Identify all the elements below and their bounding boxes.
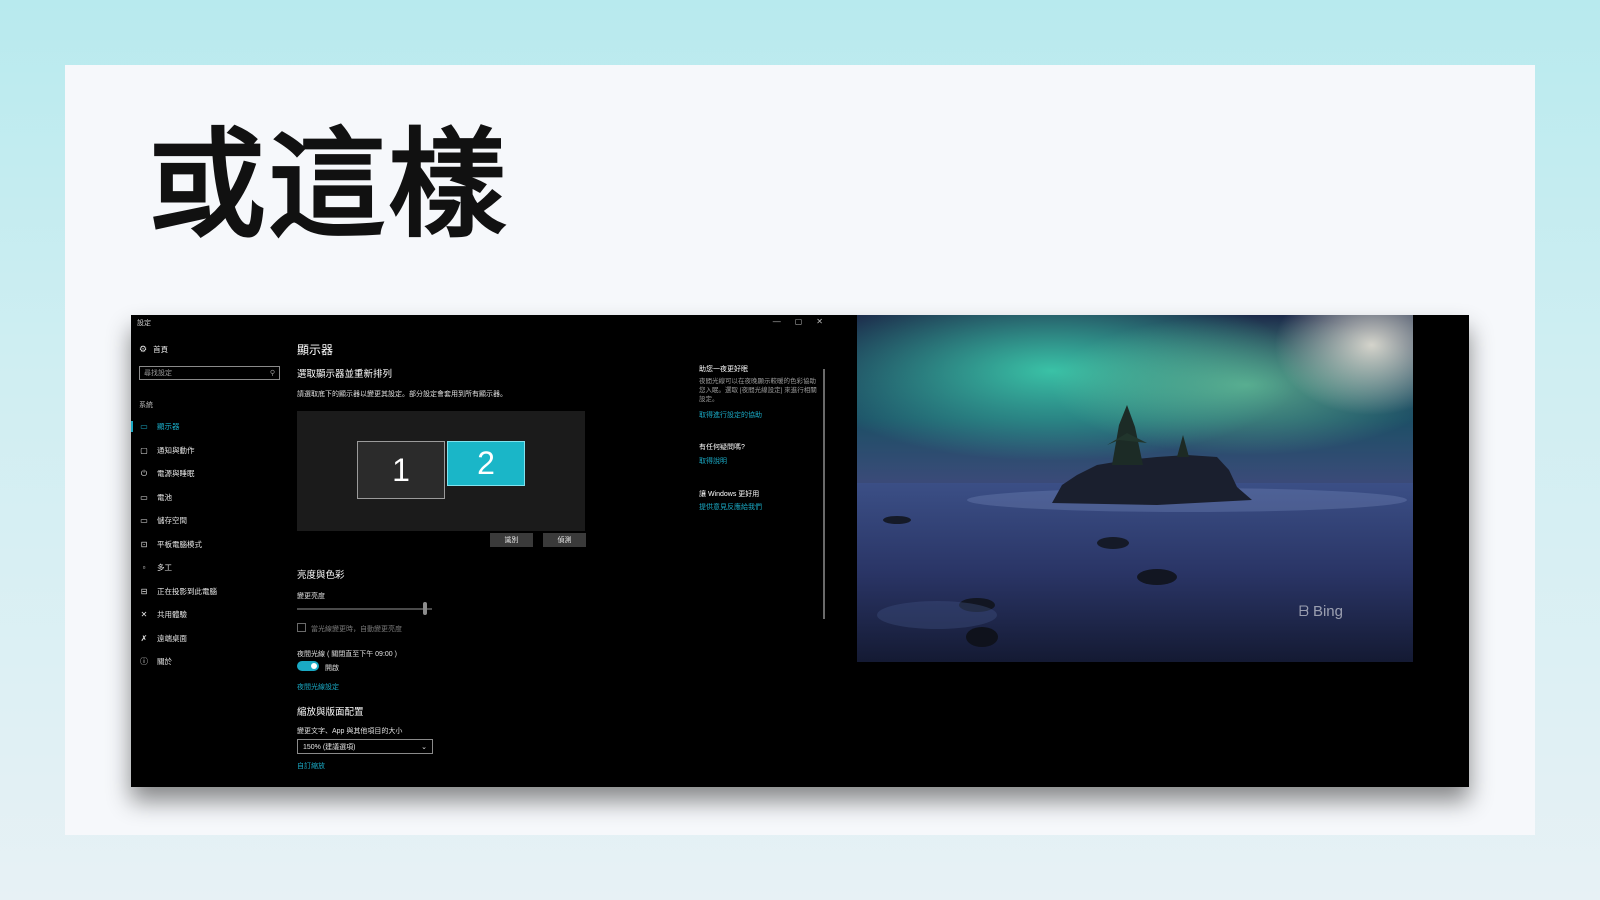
bing-watermark-text: Bing <box>1312 603 1343 620</box>
feedback-link[interactable]: 提供意見反應給我們 <box>699 502 762 512</box>
detect-button[interactable]: 偵測 <box>543 533 586 547</box>
arrange-description: 請選取底下的顯示器以變更其設定。部分設定會套用到所有顯示器。 <box>297 391 507 398</box>
scale-dropdown[interactable]: 150% (建議選項) ⌄ <box>297 739 433 754</box>
identify-button[interactable]: 識別 <box>490 533 533 547</box>
question-heading: 有任何疑問嗎? <box>699 444 745 451</box>
brightness-label: 變更亮度 <box>297 593 325 600</box>
brightness-slider-track[interactable] <box>297 608 432 610</box>
tip-link[interactable]: 取得進行設定的協助 <box>699 410 762 420</box>
sidebar-nav: ▭ 顯示器 ▢ 通知與動作 ⏻ 電源與睡眠 ▭ 電池 ▭ 儲存空間 ⊡ 平板電腦模式 ▫ 多工 ⊟ 正在投影到… <box>131 415 291 674</box>
scrollbar[interactable] <box>823 369 825 619</box>
tablet-icon: ⊡ <box>140 539 148 549</box>
sidebar-item-6[interactable]: ▫ 多工 <box>131 556 291 580</box>
night-light-toggle-label: 開啟 <box>325 665 339 672</box>
shared-experience-icon: ✕ <box>140 610 148 620</box>
get-help-link[interactable]: 取得說明 <box>699 456 727 466</box>
maximize-button[interactable]: ▢ <box>795 317 803 326</box>
tip-body: 夜間光線可以在夜晚顯示較暖的色彩協助您入眠。選取 [夜間光線設定] 來進行相關設… <box>699 378 817 403</box>
storage-icon: ▭ <box>140 516 148 526</box>
close-button[interactable]: ✕ <box>816 317 823 326</box>
scale-heading: 縮放與版面配置 <box>297 707 364 718</box>
auto-brightness-checkbox[interactable] <box>297 623 306 632</box>
bing-icon: ᗷ <box>1298 603 1309 619</box>
bing-watermark: ᗷ Bing <box>1299 603 1343 620</box>
sidebar-item-8[interactable]: ✕ 共用體驗 <box>131 603 291 627</box>
scale-dropdown-value: 150% (建議選項) <box>303 743 356 751</box>
sidebar-item-label: 通知與動作 <box>157 445 195 455</box>
slide: 或這樣 設定 — ▢ ✕ ⚙ 首頁 尋找設定 ⚲ 系統 ▭ 顯示器 ▢ 通知與動作 ⏻ 電… <box>65 65 1535 835</box>
night-light-settings-link[interactable]: 夜間光線設定 <box>297 682 339 692</box>
sidebar-item-label: 平板電腦模式 <box>157 539 202 549</box>
monitor-1[interactable]: 1 <box>357 441 445 499</box>
sidebar-item-9[interactable]: ✗ 遠端桌面 <box>131 627 291 651</box>
settings-window: 設定 — ▢ ✕ ⚙ 首頁 尋找設定 ⚲ 系統 ▭ 顯示器 ▢ 通知與動作 ⏻ 電源與睡眠… <box>131 315 835 787</box>
sidebar-item-label: 顯示器 <box>157 422 180 432</box>
minimize-button[interactable]: — <box>773 317 781 326</box>
night-light-label: 夜間光線 ( 關閉直至下午 09:00 ) <box>297 651 397 658</box>
multitask-icon: ▫ <box>142 563 146 573</box>
window-title: 設定 <box>137 320 151 327</box>
custom-scale-link[interactable]: 自訂縮放 <box>297 761 325 771</box>
monitor-icon: ▭ <box>140 422 148 432</box>
sidebar-item-label: 遠端桌面 <box>157 633 187 643</box>
sidebar-item-3[interactable]: ▭ 電池 <box>131 486 291 510</box>
power-icon: ⏻ <box>140 468 148 478</box>
search-placeholder: 尋找設定 <box>144 370 172 377</box>
project-icon: ⊟ <box>140 586 148 596</box>
chevron-down-icon: ⌄ <box>421 743 427 751</box>
sidebar-item-1[interactable]: ▢ 通知與動作 <box>131 439 291 463</box>
sidebar-home-label: 首頁 <box>153 345 169 354</box>
monitor-arrangement: 1 2 <box>297 411 585 531</box>
arrange-heading: 選取顯示器並重新排列 <box>297 369 393 380</box>
sidebar-item-2[interactable]: ⏻ 電源與睡眠 <box>131 462 291 486</box>
search-input[interactable]: 尋找設定 ⚲ <box>139 366 280 380</box>
sidebar-item-label: 電源與睡眠 <box>157 469 195 479</box>
feedback-heading: 讓 Windows 更好用 <box>699 491 760 498</box>
sidebar-item-10[interactable]: ⓘ 關於 <box>131 650 291 674</box>
sidebar-item-label: 儲存空間 <box>157 516 187 526</box>
slide-title: 或這樣 <box>148 116 509 254</box>
sidebar-item-label: 多工 <box>157 563 172 573</box>
screenshot-window: 設定 — ▢ ✕ ⚙ 首頁 尋找設定 ⚲ 系統 ▭ 顯示器 ▢ 通知與動作 ⏻ 電源與睡眠… <box>131 315 1469 787</box>
sidebar-item-0[interactable]: ▭ 顯示器 <box>131 415 291 439</box>
night-light-toggle[interactable] <box>297 661 319 671</box>
notification-icon: ▢ <box>140 445 148 455</box>
info-icon: ⓘ <box>140 657 148 667</box>
gear-icon: ⚙ <box>139 344 148 354</box>
sidebar-item-4[interactable]: ▭ 儲存空間 <box>131 509 291 533</box>
monitor-2[interactable]: 2 <box>447 441 525 486</box>
scale-label: 變更文字、App 與其他項目的大小 <box>297 728 403 735</box>
remote-desktop-icon: ✗ <box>140 633 148 643</box>
search-icon: ⚲ <box>269 370 275 377</box>
auto-brightness-label: 當光線變更時，自動變更亮度 <box>311 626 402 633</box>
sidebar-item-label: 電池 <box>157 492 172 502</box>
sidebar-item-7[interactable]: ⊟ 正在投影到此電腦 <box>131 580 291 604</box>
page-title: 顯示器 <box>297 343 334 357</box>
tip-heading: 助您一夜更好眠 <box>699 366 748 373</box>
sidebar-section-label: 系統 <box>139 402 153 409</box>
wallpaper-photo: ᗷ Bing <box>857 315 1413 662</box>
window-controls: — ▢ ✕ <box>773 317 823 326</box>
sidebar-item-5[interactable]: ⊡ 平板電腦模式 <box>131 533 291 557</box>
battery-icon: ▭ <box>140 492 148 502</box>
sidebar-item-label: 正在投影到此電腦 <box>157 586 217 596</box>
sidebar-home[interactable]: ⚙ 首頁 <box>139 344 168 355</box>
brightness-slider-thumb[interactable] <box>423 602 427 615</box>
sidebar-item-label: 共用體驗 <box>157 610 187 620</box>
brightness-heading: 亮度與色彩 <box>297 570 345 581</box>
sidebar-item-label: 關於 <box>157 657 172 667</box>
